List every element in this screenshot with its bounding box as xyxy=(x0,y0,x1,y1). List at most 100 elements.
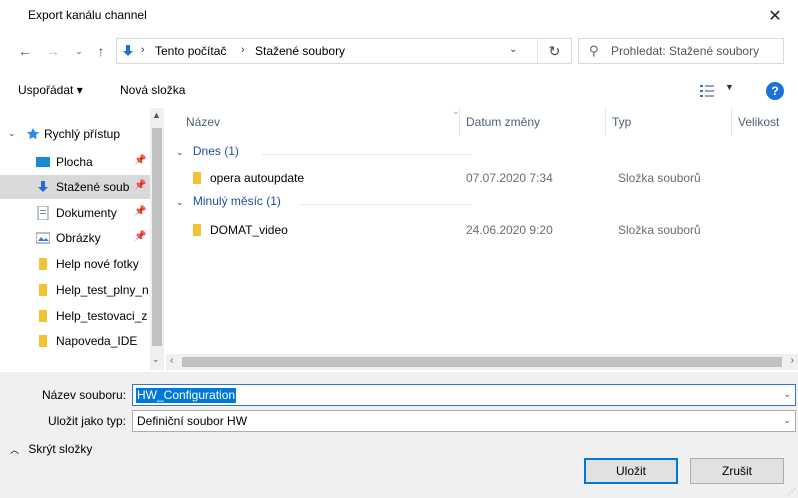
search-input[interactable] xyxy=(611,42,781,60)
search-box[interactable]: ⚲ xyxy=(578,38,784,64)
folder-icon xyxy=(193,172,201,184)
folder-icon xyxy=(39,284,47,296)
sort-indicator-icon: ⌄ xyxy=(452,108,460,116)
sidebar-item-documents[interactable]: Dokumenty 📌 xyxy=(0,201,150,225)
column-header-name[interactable]: Název xyxy=(180,108,460,136)
arrow-up-icon[interactable]: ↑ xyxy=(92,41,110,61)
cancel-button[interactable]: Zrušit xyxy=(690,458,784,484)
scroll-down-icon[interactable]: ⌄ xyxy=(152,354,160,365)
file-type: Složka souborů xyxy=(618,223,701,237)
sidebar-item-folder[interactable]: Help nové fotky xyxy=(0,252,150,276)
sidebar-item-label: Plocha xyxy=(56,155,93,169)
breadcrumb-downloads[interactable]: Stažené soubory xyxy=(255,44,345,58)
collapse-chevron-icon[interactable]: ⌄ xyxy=(176,197,184,207)
scroll-left-icon[interactable]: ‹ xyxy=(170,355,173,366)
scroll-up-icon[interactable]: ▲ xyxy=(152,110,161,120)
group-header-today[interactable]: ⌄ Dnes (1) xyxy=(176,144,786,164)
filetype-value: Definiční soubor HW xyxy=(137,414,248,428)
breadcrumb-separator: › xyxy=(241,44,245,56)
group-label: Minulý měsíc (1) xyxy=(192,194,281,208)
view-dropdown-icon[interactable]: ▼ xyxy=(725,82,734,92)
column-header-size[interactable]: Velikost xyxy=(732,108,798,136)
sidebar-item-desktop[interactable]: Plocha 📌 xyxy=(0,150,150,174)
nav-scrollbar[interactable]: ▲ ⌄ xyxy=(150,108,164,370)
sidebar-item-label: Help_test_plny_n xyxy=(56,283,149,297)
folder-icon xyxy=(193,224,201,236)
address-dropdown-icon[interactable]: ⌄ xyxy=(509,44,517,55)
sidebar-item-label: Help nové fotky xyxy=(56,257,139,271)
chevron-down-icon[interactable]: ⌄ xyxy=(783,415,791,426)
group-label: Dnes (1) xyxy=(192,144,239,158)
filename-value[interactable]: HW_Configuration xyxy=(136,388,237,403)
resize-grip-icon[interactable]: ⋰ xyxy=(788,487,796,496)
help-icon[interactable]: ? xyxy=(766,82,784,100)
pin-icon[interactable]: 📌 xyxy=(134,231,146,242)
chevron-down-icon[interactable]: ⌄ xyxy=(70,41,88,61)
collapse-chevron-icon[interactable]: ⌄ xyxy=(176,147,184,157)
documents-icon xyxy=(37,206,49,220)
file-date: 07.07.2020 7:34 xyxy=(466,171,553,185)
filetype-label: Uložit jako typ: xyxy=(47,414,126,428)
chevron-up-icon: ︿ xyxy=(10,445,20,455)
file-type: Složka souborů xyxy=(618,171,701,185)
desktop-icon xyxy=(36,157,50,167)
breadcrumb-this-pc[interactable]: Tento počítač xyxy=(155,44,226,58)
file-name: opera autoupdate xyxy=(210,171,305,185)
sidebar-item-label: Dokumenty xyxy=(56,206,117,220)
close-icon[interactable]: ✕ xyxy=(752,0,798,32)
view-options-icon[interactable] xyxy=(700,85,714,97)
save-button[interactable]: Uložit xyxy=(584,458,678,484)
address-bar[interactable]: › Tento počítač › Stažené soubory ⌄ ↻ xyxy=(116,38,572,64)
title-bar: Export kanálu channel ✕ xyxy=(0,0,798,32)
refresh-icon[interactable]: ↻ xyxy=(537,39,571,63)
new-folder-button[interactable]: Nová složka xyxy=(120,83,185,97)
pin-icon[interactable]: 📌 xyxy=(134,180,146,191)
pin-icon[interactable]: 📌 xyxy=(134,155,146,166)
scroll-right-icon[interactable]: › xyxy=(791,355,794,366)
column-header-date[interactable]: Datum změny xyxy=(460,108,606,136)
navigation-pane: ⌄ Rychlý přístup Plocha 📌 Stažené soub 📌 xyxy=(0,108,164,370)
download-icon xyxy=(123,45,133,56)
arrow-right-icon[interactable]: → xyxy=(44,41,62,61)
star-icon xyxy=(27,128,39,140)
organize-button[interactable]: Uspořádat ▾ xyxy=(18,83,83,97)
folder-icon xyxy=(39,335,47,347)
window-title: Export kanálu channel xyxy=(28,8,147,22)
filename-field[interactable]: HW_Configuration ⌄ xyxy=(132,384,796,406)
sidebar-item-folder[interactable]: Napoveda_IDE xyxy=(0,329,150,353)
table-row[interactable]: opera autoupdate 07.07.2020 7:34 Složka … xyxy=(182,168,792,190)
group-header-last-month[interactable]: ⌄ Minulý měsíc (1) xyxy=(176,194,786,214)
file-name: DOMAT_video xyxy=(210,223,288,237)
expand-chevron-icon[interactable]: ⌄ xyxy=(8,128,16,139)
sidebar-item-label: Stažené soub xyxy=(56,180,130,194)
sidebar-item-folder[interactable]: Help_testovaci_z xyxy=(0,304,150,328)
save-form: Název souboru: HW_Configuration ⌄ Uložit… xyxy=(0,372,798,498)
chevron-down-icon[interactable]: ⌄ xyxy=(783,389,791,400)
hide-folders-toggle[interactable]: ︿ Skrýt složky xyxy=(10,442,92,456)
column-header-type[interactable]: Typ xyxy=(606,108,732,136)
group-divider xyxy=(262,154,472,155)
sidebar-item-pictures[interactable]: Obrázky 📌 xyxy=(0,226,150,250)
sidebar-item-folder[interactable]: Help_test_plny_n xyxy=(0,278,150,302)
download-icon xyxy=(38,181,48,192)
hide-folders-label: Skrýt složky xyxy=(28,442,93,456)
table-row[interactable]: DOMAT_video 24.06.2020 9:20 Složka soubo… xyxy=(182,220,792,242)
arrow-left-icon[interactable]: ← xyxy=(16,41,34,61)
search-icon: ⚲ xyxy=(589,43,599,58)
command-bar: Uspořádat ▾ Nová složka ▼ ? xyxy=(0,76,798,106)
sidebar-item-label: Rychlý přístup xyxy=(44,127,121,141)
sidebar-item-downloads[interactable]: Stažené soub 📌 xyxy=(0,175,150,199)
pictures-icon xyxy=(36,232,50,244)
sidebar-item-label: Obrázky xyxy=(56,231,101,245)
pin-icon[interactable]: 📌 xyxy=(134,206,146,217)
scrollbar-thumb[interactable] xyxy=(182,357,782,367)
file-list: Název ⌄ Datum změny Typ Velikost ⌄ Dnes … xyxy=(166,108,798,356)
sidebar-item-quick-access[interactable]: ⌄ Rychlý přístup xyxy=(0,122,150,146)
sidebar-item-label: Napoveda_IDE xyxy=(56,334,138,348)
breadcrumb-separator: › xyxy=(141,44,145,56)
scrollbar-thumb[interactable] xyxy=(152,128,162,346)
horizontal-scrollbar[interactable]: ‹ › xyxy=(166,354,798,370)
filetype-select[interactable]: Definiční soubor HW ⌄ xyxy=(132,410,796,432)
folder-icon xyxy=(39,258,47,270)
file-date: 24.06.2020 9:20 xyxy=(466,223,553,237)
